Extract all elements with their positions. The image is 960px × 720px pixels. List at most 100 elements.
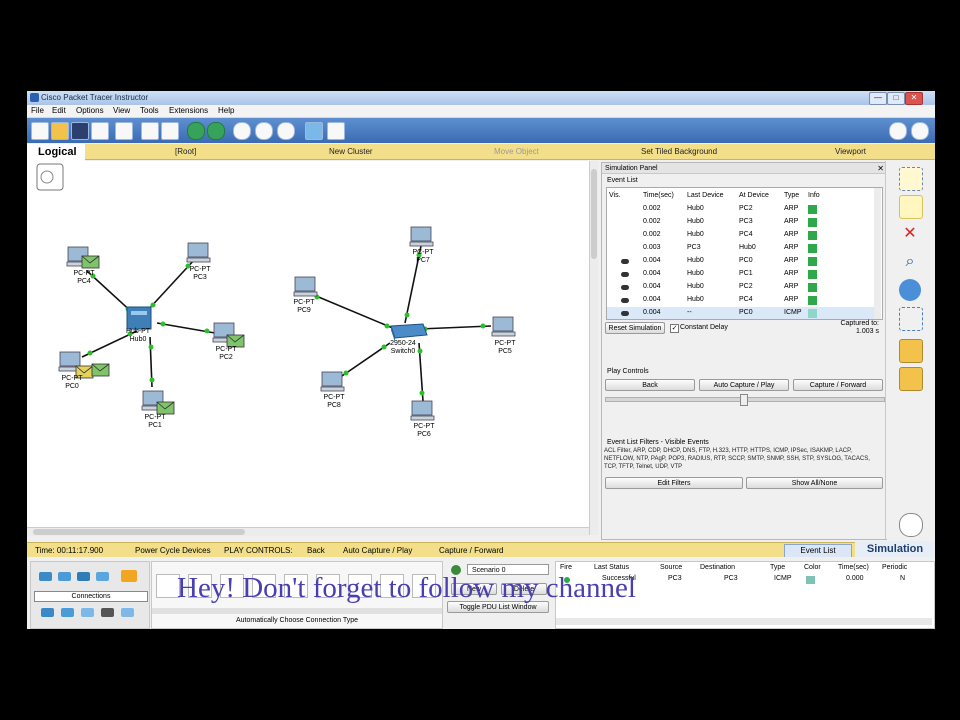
cluster-icon[interactable]: [36, 163, 64, 191]
filters-list: ACL Filter, ARP, CDP, DHCP, DNS, FTP, H.…: [604, 448, 870, 470]
maximize-button[interactable]: □: [887, 92, 905, 105]
set-background-button[interactable]: Set Tiled Background: [641, 147, 717, 156]
viewport-button[interactable]: Viewport: [835, 147, 866, 156]
activity-wizard-icon[interactable]: [115, 122, 133, 140]
connections-label: Connections: [34, 591, 148, 602]
event-row[interactable]: 0.002 Hub0 PC2 ARP: [607, 203, 874, 216]
hub-device-icon[interactable]: [126, 306, 152, 330]
zoom-out-icon[interactable]: [277, 122, 295, 140]
pc8-label: PC-PT PC8: [323, 394, 345, 409]
event-row[interactable]: 0.003 PC3 Hub0 ARP: [607, 242, 874, 255]
move-object-button[interactable]: Move Object: [494, 147, 539, 156]
delete-tool-icon[interactable]: ✕: [899, 223, 921, 245]
pc5-label: PC-PT PC5: [494, 340, 516, 355]
note-tool-icon[interactable]: [899, 195, 923, 219]
hubs-category-icon[interactable]: [77, 572, 90, 581]
filters-title: Event List Filters - Visible Events: [607, 439, 709, 446]
routers-category-icon[interactable]: [39, 572, 52, 581]
open-folder-icon[interactable]: [51, 122, 69, 140]
main-toolbar: [27, 118, 935, 143]
select-tool-icon[interactable]: [899, 167, 923, 191]
constant-delay-checkbox[interactable]: ✓: [670, 324, 679, 333]
cable-scrollbar[interactable]: [152, 608, 442, 614]
new-cluster-button[interactable]: New Cluster: [329, 147, 373, 156]
status-auto-capture-button[interactable]: Auto Capture / Play: [343, 546, 412, 555]
capture-forward-button[interactable]: Capture / Forward: [793, 379, 883, 391]
eye-icon: [621, 259, 629, 264]
event-row[interactable]: 0.002 Hub0 PC4 ARP: [607, 229, 874, 242]
slider-thumb[interactable]: [740, 394, 748, 406]
draw-tool-icon[interactable]: [899, 307, 923, 331]
undo-icon[interactable]: [187, 122, 205, 140]
redo-icon[interactable]: [207, 122, 225, 140]
menu-help[interactable]: Help: [218, 106, 234, 115]
end-devices-category-icon[interactable]: [41, 608, 54, 617]
close-button[interactable]: ✕: [905, 92, 923, 105]
custom-devices-icon[interactable]: [327, 122, 345, 140]
status-capture-forward-button[interactable]: Capture / Forward: [439, 546, 503, 555]
workspace-vertical-scrollbar[interactable]: [589, 161, 598, 535]
event-row-selected[interactable]: 0.004 -- PC0 ICMP: [607, 307, 874, 319]
info-color-swatch: [808, 205, 817, 214]
play-speed-slider[interactable]: [605, 394, 885, 406]
drawing-palette-icon[interactable]: [305, 122, 323, 140]
event-row[interactable]: 0.004 Hub0 PC1 ARP: [607, 268, 874, 281]
save-icon[interactable]: [71, 122, 89, 140]
root-link[interactable]: [Root]: [175, 147, 196, 156]
menu-edit[interactable]: Edit: [52, 106, 66, 115]
info-color-swatch: [808, 270, 817, 279]
minimize-button[interactable]: —: [869, 92, 887, 105]
zoom-in-icon[interactable]: [233, 122, 251, 140]
menu-options[interactable]: Options: [76, 106, 104, 115]
logical-tab[interactable]: Logical: [27, 144, 85, 161]
help-icon[interactable]: [911, 122, 929, 140]
eye-icon: [621, 285, 629, 290]
realtime-clock-icon[interactable]: [899, 513, 923, 537]
panel-close-icon[interactable]: ✕: [877, 164, 884, 173]
zoom-reset-icon[interactable]: [255, 122, 273, 140]
menu-tools[interactable]: Tools: [140, 106, 159, 115]
event-row[interactable]: 0.004 Hub0 PC4 ARP: [607, 294, 874, 307]
power-cycle-button[interactable]: Power Cycle Devices: [135, 546, 211, 555]
add-complex-pdu-icon[interactable]: [899, 367, 923, 391]
security-category-icon[interactable]: [61, 608, 74, 617]
app-logo-icon: [30, 93, 39, 102]
wan-emulation-category-icon[interactable]: [81, 608, 94, 617]
multiuser-category-icon[interactable]: [121, 608, 134, 617]
add-simple-pdu-icon[interactable]: [899, 339, 923, 363]
title-bar: Cisco Packet Tracer Instructor — □ ✕: [27, 91, 935, 105]
menu-extensions[interactable]: Extensions: [169, 106, 208, 115]
back-button[interactable]: Back: [605, 379, 695, 391]
new-file-icon[interactable]: [31, 122, 49, 140]
logical-workspace[interactable]: PC-PT PC4 PC-PT PC3 PC-PT PC2 PC-PT PC1 PC-P…: [27, 161, 595, 535]
pdu-list-scrollbar[interactable]: [556, 618, 932, 625]
event-table-header: Vis. Time(sec) Last Device At Device Typ…: [609, 192, 820, 199]
event-list-table: Vis. Time(sec) Last Device At Device Typ…: [606, 187, 883, 320]
show-all-none-button[interactable]: Show All/None: [746, 477, 883, 489]
event-list-toggle-button[interactable]: Event List: [784, 544, 852, 558]
event-row[interactable]: 0.002 Hub0 PC3 ARP: [607, 216, 874, 229]
reset-simulation-button[interactable]: Reset Simulation: [605, 322, 665, 334]
copy-icon[interactable]: [141, 122, 159, 140]
info-icon[interactable]: [889, 122, 907, 140]
auto-capture-play-button[interactable]: Auto Capture / Play: [699, 379, 789, 391]
event-row[interactable]: 0.004 Hub0 PC2 ARP: [607, 281, 874, 294]
switches-category-icon[interactable]: [58, 572, 71, 581]
connections-category-icon[interactable]: [121, 570, 137, 582]
event-row[interactable]: 0.004 Hub0 PC0 ARP: [607, 255, 874, 268]
print-icon[interactable]: [91, 122, 109, 140]
captured-to-value: 1.003 s: [856, 328, 879, 335]
workspace-horizontal-scrollbar[interactable]: [27, 527, 589, 536]
eye-icon: [621, 311, 629, 316]
status-back-button[interactable]: Back: [307, 546, 325, 555]
edit-filters-button[interactable]: Edit Filters: [605, 477, 743, 489]
simulation-mode-tab[interactable]: Simulation: [855, 541, 935, 558]
inspect-tool-icon[interactable]: ⌕: [899, 251, 921, 273]
event-list-scrollbar[interactable]: [874, 188, 881, 319]
wireless-category-icon[interactable]: [96, 572, 109, 581]
resize-shape-tool-icon[interactable]: [899, 279, 921, 301]
paste-icon[interactable]: [161, 122, 179, 140]
custom-devices-category-icon[interactable]: [101, 608, 114, 617]
menu-file[interactable]: File: [31, 106, 44, 115]
menu-view[interactable]: View: [113, 106, 130, 115]
